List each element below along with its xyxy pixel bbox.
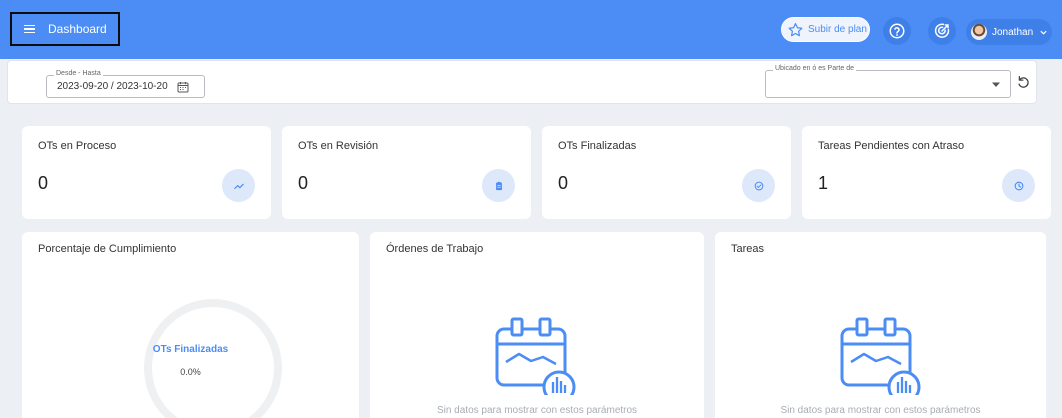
help-icon	[889, 23, 905, 39]
stat-card-in-process[interactable]: OTs en Proceso 0	[22, 126, 271, 219]
compliance-panel: Porcentaje de Cumplimiento OTs Finalizad…	[22, 232, 359, 418]
stat-title: OTs Finalizadas	[558, 140, 637, 152]
date-range-value: 2023-09-20 / 2023-10-20	[57, 81, 168, 92]
target-icon	[934, 23, 950, 38]
avatar	[971, 24, 987, 40]
check-circle-icon	[742, 169, 775, 202]
empty-calendar-chart-icon	[840, 317, 921, 395]
user-name: Jonathan	[992, 26, 1034, 38]
menu-label: Dashboard	[48, 22, 107, 36]
stat-title: Tareas Pendientes con Atraso	[818, 140, 965, 152]
stat-value: 0	[298, 173, 309, 193]
menu-button[interactable]: Dashboard	[10, 12, 120, 46]
stat-value: 0	[558, 173, 569, 193]
stat-title: OTs en Proceso	[38, 140, 117, 152]
empty-state-text: Sin datos para mostrar con estos parámet…	[436, 405, 638, 416]
chevron-down-icon	[1040, 30, 1047, 35]
location-select[interactable]: Ubicado en ó es Parte de	[765, 65, 1011, 98]
upgrade-plan-button[interactable]: Subir de plan	[781, 17, 870, 42]
hamburger-icon	[24, 25, 35, 33]
stat-value: 1	[818, 173, 829, 193]
clipboard-icon	[482, 169, 515, 202]
tasks-panel: Tareas Sin datos para mostrar con estos …	[715, 232, 1046, 418]
empty-state-text: Sin datos para mostrar con estos parámet…	[780, 405, 981, 416]
clock-icon	[1002, 169, 1035, 202]
filter-bar: Desde - Hasta 2023-09-20 / 2023-10-20 Ub…	[7, 60, 1037, 104]
top-bar: Dashboard Subir de plan Jonathan	[0, 0, 1062, 59]
date-range-field[interactable]: Desde - Hasta 2023-09-20 / 2023-10-20	[46, 70, 205, 98]
date-range-label: Desde - Hasta	[54, 70, 103, 77]
stat-value: 0	[38, 173, 49, 193]
star-icon	[788, 22, 803, 36]
donut-label: OTs Finalizadas	[152, 344, 229, 355]
reset-icon[interactable]	[1016, 75, 1030, 89]
location-label: Ubicado en ó es Parte de	[773, 65, 856, 72]
calendar-icon[interactable]	[177, 81, 189, 93]
help-button[interactable]	[883, 17, 911, 45]
stat-card-overdue-tasks[interactable]: Tareas Pendientes con Atraso 1	[802, 126, 1051, 219]
panel-title: Órdenes de Trabajo	[386, 243, 484, 255]
stat-title: OTs en Revisión	[298, 140, 379, 152]
dropdown-arrow-icon	[992, 82, 1000, 87]
upgrade-plan-label: Subir de plan	[808, 24, 867, 35]
user-menu-button[interactable]: Jonathan	[966, 19, 1052, 45]
empty-calendar-chart-icon	[495, 317, 576, 395]
work-orders-panel: Órdenes de Trabajo Sin datos para mostra…	[370, 232, 704, 418]
stat-card-in-review[interactable]: OTs en Revisión 0	[282, 126, 531, 219]
stat-card-finished[interactable]: OTs Finalizadas 0	[542, 126, 791, 219]
panel-title: Tareas	[731, 243, 765, 255]
donut-value: 0.0%	[180, 367, 201, 377]
panel-title: Porcentaje de Cumplimiento	[38, 243, 177, 255]
trend-icon	[222, 169, 255, 202]
compliance-donut-chart	[144, 299, 282, 418]
goals-button[interactable]	[928, 17, 956, 45]
